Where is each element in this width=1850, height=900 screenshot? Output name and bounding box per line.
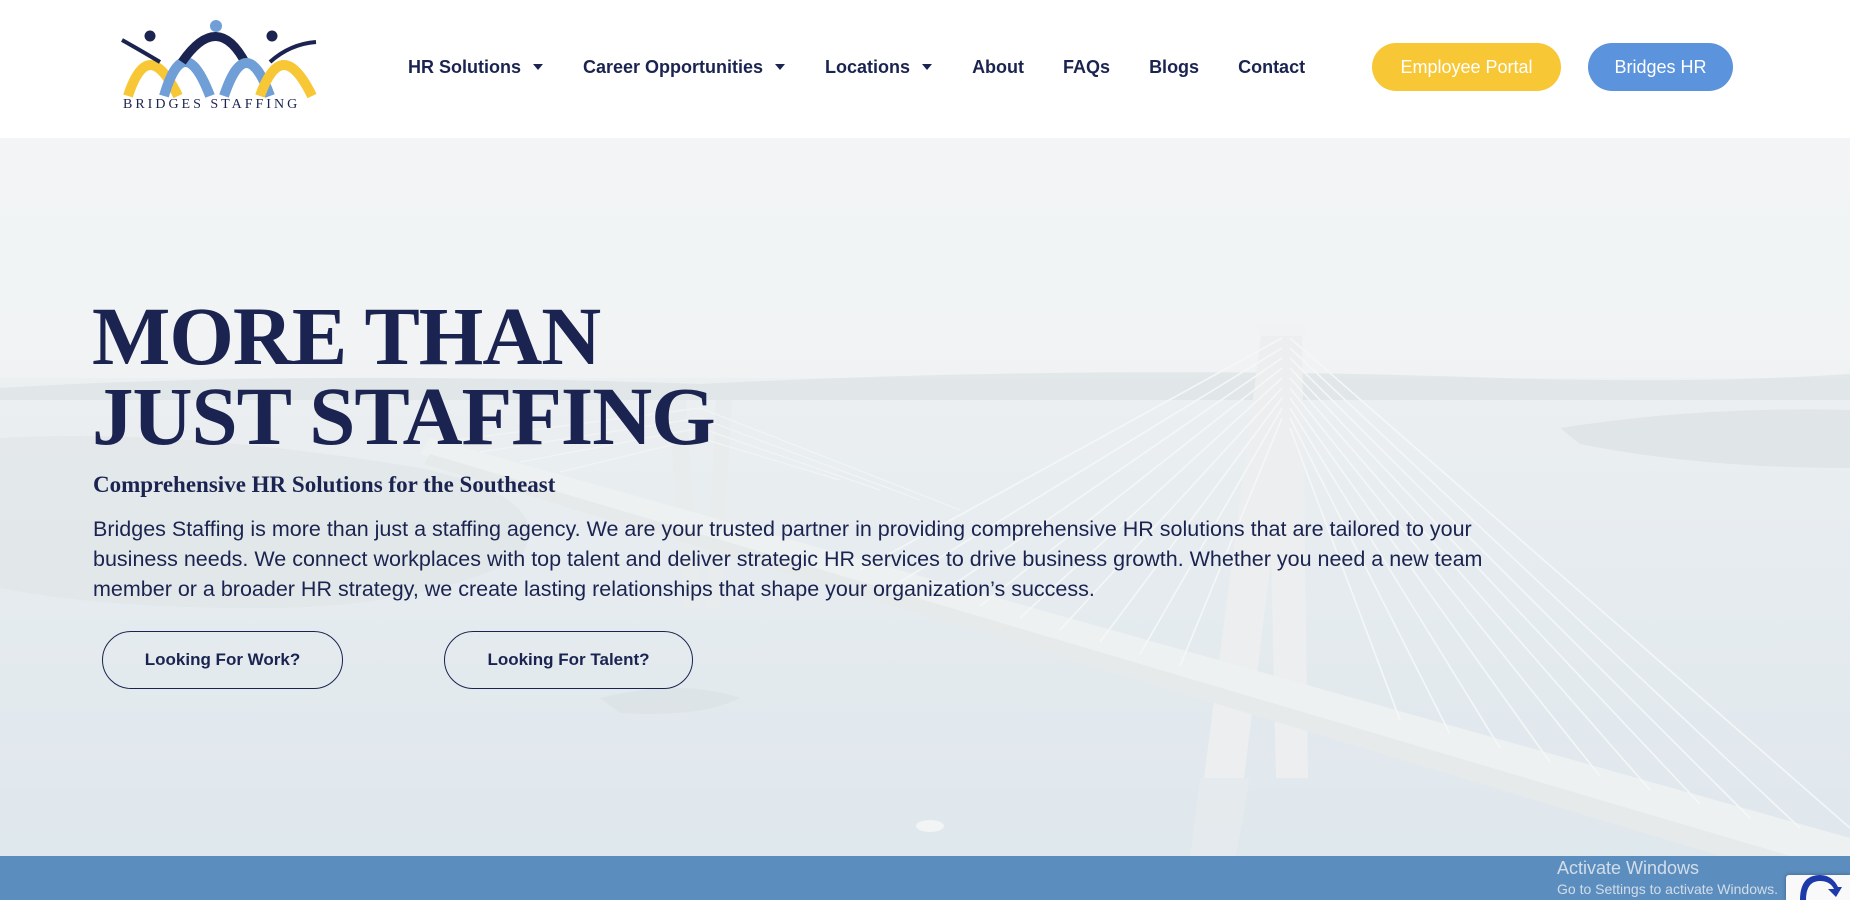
nav-item-career-opportunities[interactable]: Career Opportunities: [583, 56, 786, 78]
hero-content: MORE THAN JUST STAFFING Comprehensive HR…: [0, 138, 1850, 856]
dropdown-caret-icon: [775, 64, 786, 70]
employee-portal-button[interactable]: Employee Portal: [1372, 43, 1561, 91]
nav-item-label: FAQs: [1063, 56, 1111, 77]
nav-item-locations[interactable]: Locations: [825, 56, 933, 78]
logo-wordmark: BRIDGES STAFFING: [123, 97, 301, 112]
recaptcha-icon: [1800, 875, 1842, 900]
bridges-logo-icon: [121, 20, 317, 98]
hero-title-line-2: JUST STAFFING: [92, 370, 716, 462]
nav-item-label: Contact: [1238, 56, 1306, 77]
nav-item-about[interactable]: About: [972, 57, 1024, 78]
recaptcha-badge[interactable]: [1786, 875, 1850, 900]
looking-for-talent-button[interactable]: Looking For Talent?: [444, 631, 693, 689]
bridges-hr-button[interactable]: Bridges HR: [1588, 43, 1733, 91]
activate-windows-hint: Go to Settings to activate Windows.: [1557, 881, 1778, 897]
nav-item-contact[interactable]: Contact: [1238, 57, 1305, 78]
nav-item-label: About: [972, 56, 1025, 77]
dropdown-caret-icon: [533, 64, 543, 70]
activate-windows-watermark: Activate Windows Go to Settings to activ…: [1557, 856, 1797, 898]
dropdown-caret-icon: [922, 64, 933, 70]
hero-section: MORE THAN JUST STAFFING Comprehensive HR…: [0, 138, 1850, 856]
site-header: BRIDGES STAFFING HR Solutions Career Opp…: [0, 0, 1850, 138]
nav-item-hr-solutions[interactable]: HR Solutions: [408, 57, 543, 78]
nav-item-faqs[interactable]: FAQs: [1063, 57, 1110, 78]
nav-item-label: Locations: [825, 56, 911, 77]
bridges-staffing-logo[interactable]: BRIDGES STAFFING: [120, 14, 320, 118]
hero-subtitle: Comprehensive HR Solutions for the South…: [93, 472, 556, 497]
looking-for-work-button[interactable]: Looking For Work?: [102, 631, 343, 689]
hero-title: MORE THAN JUST STAFFING: [92, 290, 992, 462]
nav-item-label: HR Solutions: [408, 56, 521, 77]
main-nav: HR Solutions Career Opportunities Locati…: [408, 52, 1305, 82]
nav-item-label: Career Opportunities: [583, 56, 764, 77]
nav-item-label: Blogs: [1149, 56, 1200, 77]
activate-windows-title: Activate Windows: [1557, 858, 1700, 878]
hero-title-line-1: MORE THAN: [92, 290, 601, 382]
nav-item-blogs[interactable]: Blogs: [1149, 57, 1199, 78]
hero-description: Bridges Staffing is more than just a sta…: [93, 517, 1483, 601]
